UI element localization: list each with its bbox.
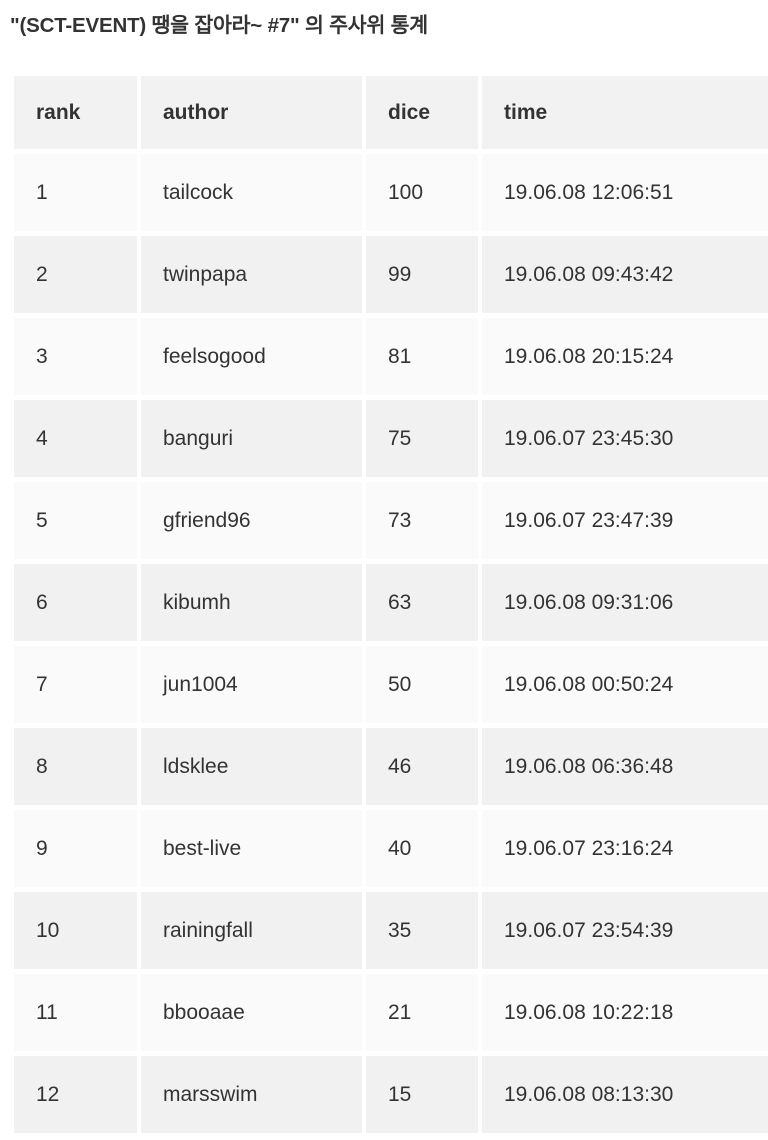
dice-statistics-table: rank author dice time 1 tailcock 100 19.06.… [10,71,768,1138]
cell-dice: 15 [366,1056,478,1133]
column-header-author[interactable]: author [141,76,362,149]
cell-rank: 1 [14,154,137,231]
cell-rank: 9 [14,810,137,887]
cell-rank: 4 [14,400,137,477]
cell-time: 19.06.08 10:22:18 [482,974,768,1051]
table-row[interactable]: 3 feelsogood 81 19.06.08 20:15:24 [14,318,768,395]
cell-rank: 7 [14,646,137,723]
table-row[interactable]: 9 best-live 40 19.06.07 23:16:24 [14,810,768,887]
cell-rank: 8 [14,728,137,805]
table-row[interactable]: 12 marsswim 15 19.06.08 08:13:30 [14,1056,768,1133]
table-row[interactable]: 11 bbooaae 21 19.06.08 10:22:18 [14,974,768,1051]
cell-time: 19.06.08 06:36:48 [482,728,768,805]
cell-dice: 21 [366,974,478,1051]
cell-rank: 2 [14,236,137,313]
cell-time: 19.06.08 09:31:06 [482,564,768,641]
cell-dice: 40 [366,810,478,887]
cell-rank: 11 [14,974,137,1051]
table-row[interactable]: 6 kibumh 63 19.06.08 09:31:06 [14,564,768,641]
table-row[interactable]: 4 banguri 75 19.06.07 23:45:30 [14,400,768,477]
cell-rank: 12 [14,1056,137,1133]
cell-dice: 63 [366,564,478,641]
cell-rank: 6 [14,564,137,641]
cell-author: feelsogood [141,318,362,395]
cell-time: 19.06.08 09:43:42 [482,236,768,313]
cell-author: banguri [141,400,362,477]
cell-time: 19.06.07 23:54:39 [482,892,768,969]
column-header-time[interactable]: time [482,76,768,149]
cell-time: 19.06.07 23:47:39 [482,482,768,559]
cell-author: ldsklee [141,728,362,805]
table-header-row: rank author dice time [14,76,768,149]
cell-time: 19.06.07 23:45:30 [482,400,768,477]
table-row[interactable]: 7 jun1004 50 19.06.08 00:50:24 [14,646,768,723]
cell-author: rainingfall [141,892,362,969]
cell-author: jun1004 [141,646,362,723]
cell-rank: 3 [14,318,137,395]
table-row[interactable]: 10 rainingfall 35 19.06.07 23:54:39 [14,892,768,969]
cell-author: marsswim [141,1056,362,1133]
page-title: "(SCT-EVENT) 땡을 잡아라~ #7" 의 주사위 통계 [10,14,428,37]
cell-time: 19.06.08 20:15:24 [482,318,768,395]
cell-rank: 10 [14,892,137,969]
table-row[interactable]: 8 ldsklee 46 19.06.08 06:36:48 [14,728,768,805]
table-row[interactable]: 1 tailcock 100 19.06.08 12:06:51 [14,154,768,231]
cell-rank: 5 [14,482,137,559]
column-header-rank[interactable]: rank [14,76,137,149]
column-header-dice[interactable]: dice [366,76,478,149]
table-body: 1 tailcock 100 19.06.08 12:06:51 2 twinpapa 99… [14,154,768,1133]
table-row[interactable]: 2 twinpapa 99 19.06.08 09:43:42 [14,236,768,313]
cell-dice: 100 [366,154,478,231]
cell-dice: 35 [366,892,478,969]
cell-author: twinpapa [141,236,362,313]
cell-author: kibumh [141,564,362,641]
table-row[interactable]: 5 gfriend96 73 19.06.07 23:47:39 [14,482,768,559]
cell-dice: 46 [366,728,478,805]
cell-author: gfriend96 [141,482,362,559]
dice-statistics-table-container: rank author dice time 1 tailcock 100 19.06.… [0,71,768,1138]
cell-time: 19.06.08 08:13:30 [482,1056,768,1133]
cell-author: tailcock [141,154,362,231]
cell-dice: 50 [366,646,478,723]
cell-author: bbooaae [141,974,362,1051]
cell-time: 19.06.08 12:06:51 [482,154,768,231]
cell-time: 19.06.07 23:16:24 [482,810,768,887]
table-header: rank author dice time [14,76,768,149]
cell-time: 19.06.08 00:50:24 [482,646,768,723]
cell-dice: 73 [366,482,478,559]
cell-dice: 99 [366,236,478,313]
cell-dice: 75 [366,400,478,477]
cell-author: best-live [141,810,362,887]
cell-dice: 81 [366,318,478,395]
